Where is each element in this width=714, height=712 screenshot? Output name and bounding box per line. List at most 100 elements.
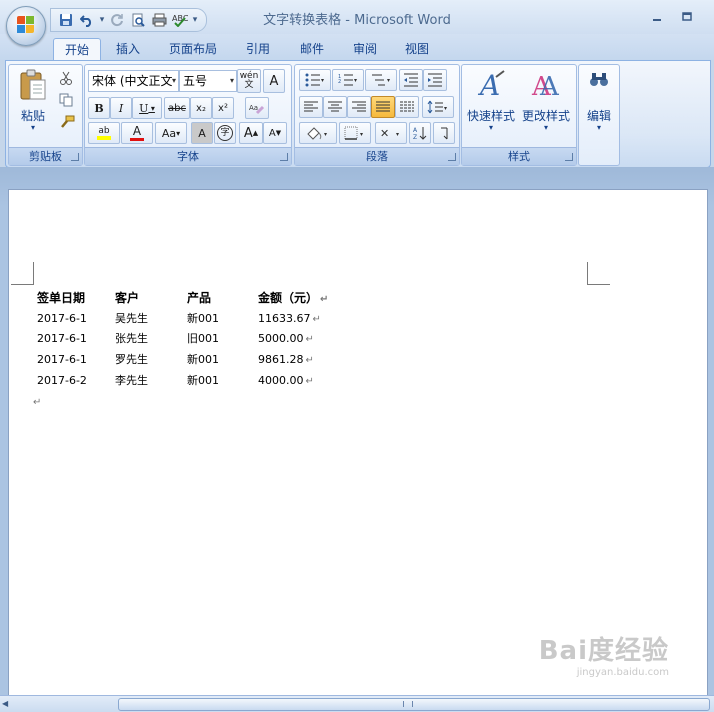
tab-review[interactable]: 审阅 bbox=[345, 38, 385, 60]
header-product: 产品 bbox=[187, 291, 212, 305]
svg-text:▾: ▾ bbox=[387, 77, 390, 84]
line-spacing-button[interactable]: ▾ bbox=[422, 96, 454, 118]
tab-page-layout[interactable]: 页面布局 bbox=[160, 38, 226, 60]
distributed-button[interactable] bbox=[395, 96, 419, 118]
horizontal-scrollbar[interactable]: ◀ bbox=[0, 695, 714, 712]
styles-dialog-launcher[interactable] bbox=[565, 153, 573, 161]
bullets-icon: ▾ bbox=[305, 73, 324, 87]
quick-styles-dropdown-icon[interactable]: ▾ bbox=[464, 123, 518, 132]
svg-text:A: A bbox=[477, 69, 500, 99]
date-cell: 2017-6-1 bbox=[37, 332, 87, 345]
font-size-combo[interactable]: 五号 ▾ bbox=[179, 70, 237, 92]
date-cell: 2017-6-2 bbox=[37, 374, 87, 387]
tab-insert[interactable]: 插入 bbox=[108, 38, 148, 60]
bold-button[interactable]: B bbox=[88, 97, 110, 119]
maximize-icon[interactable] bbox=[680, 10, 694, 24]
numbering-button[interactable]: 1 2 ▾ bbox=[332, 69, 364, 91]
format-painter-icon[interactable] bbox=[59, 115, 75, 129]
quick-styles-icon[interactable]: A bbox=[476, 69, 506, 99]
svg-text:Aa: Aa bbox=[249, 104, 258, 112]
svg-text:▾: ▾ bbox=[396, 131, 399, 138]
scrollbar-thumb[interactable] bbox=[118, 698, 710, 711]
date-cell: 2017-6-1 bbox=[37, 312, 87, 325]
subscript-button[interactable]: x₂ bbox=[190, 97, 212, 119]
styles-group-label: 样式 bbox=[462, 147, 576, 165]
multilevel-list-button[interactable]: ▾ bbox=[365, 69, 397, 91]
change-styles-icon[interactable]: AA bbox=[530, 69, 562, 99]
character-shading-icon: A bbox=[198, 126, 206, 140]
font-dialog-launcher[interactable] bbox=[280, 153, 288, 161]
font-color-icon: A bbox=[132, 124, 142, 138]
quick-styles-label[interactable]: 快速样式 bbox=[464, 107, 518, 124]
font-name-combo[interactable]: 宋体 (中文正文 ▾ bbox=[88, 70, 179, 92]
editing-dropdown-icon[interactable]: ▾ bbox=[579, 123, 619, 132]
svg-text:▾: ▾ bbox=[321, 77, 324, 84]
document-page[interactable]: 签单日期 客户 产品 金额（元） ↵ 2017-6-1 吴先生 新001 1163… bbox=[8, 189, 708, 701]
enclose-characters-button[interactable]: 字 bbox=[214, 122, 236, 144]
show-hide-marks-button[interactable] bbox=[433, 122, 455, 144]
tab-mailings[interactable]: 邮件 bbox=[292, 38, 332, 60]
align-right-icon bbox=[352, 101, 366, 112]
align-right-button[interactable] bbox=[347, 96, 371, 118]
clipboard-group: 粘贴 ▾ 剪贴板 bbox=[8, 64, 83, 166]
change-styles-label[interactable]: 更改样式 bbox=[518, 107, 574, 124]
line-spacing-icon: ▾ bbox=[427, 100, 447, 114]
sort-button[interactable]: AZ bbox=[409, 122, 431, 144]
superscript-button[interactable]: x² bbox=[212, 97, 234, 119]
font-color-button[interactable]: A bbox=[121, 122, 153, 144]
document-workspace: 签单日期 客户 产品 金额（元） ↵ 2017-6-1 吴先生 新001 1163… bbox=[0, 167, 714, 701]
borders-button[interactable]: ▾ bbox=[339, 122, 371, 144]
increase-indent-button[interactable] bbox=[423, 69, 447, 91]
align-center-icon bbox=[328, 101, 342, 112]
distributed-icon bbox=[400, 101, 414, 112]
paste-icon[interactable] bbox=[19, 69, 47, 101]
amount-cell: 9861.28 ↵ bbox=[258, 353, 314, 366]
chinese-layout-button[interactable]: ✕ ▾ bbox=[375, 122, 407, 144]
strikethrough-button[interactable]: abc bbox=[164, 97, 190, 119]
customer-cell: 吴先生 bbox=[115, 312, 148, 325]
shading-button[interactable]: ▾ bbox=[299, 122, 337, 144]
justify-button[interactable] bbox=[371, 96, 395, 118]
paragraph-dialog-launcher[interactable] bbox=[448, 153, 456, 161]
tab-references[interactable]: 引用 bbox=[238, 38, 278, 60]
svg-text:▾: ▾ bbox=[444, 105, 447, 112]
bullets-button[interactable]: ▾ bbox=[299, 69, 331, 91]
tab-home[interactable]: 开始 bbox=[53, 38, 101, 61]
editing-group[interactable]: 编辑 ▾ bbox=[578, 64, 620, 166]
cut-icon[interactable] bbox=[59, 71, 73, 85]
margin-corner-top-left bbox=[11, 262, 34, 285]
binoculars-icon bbox=[590, 73, 608, 86]
svg-text:▾: ▾ bbox=[360, 131, 363, 138]
office-button[interactable] bbox=[6, 6, 46, 46]
numbering-icon: 12 ▾ bbox=[338, 74, 357, 86]
clear-formatting-button[interactable]: Aa bbox=[245, 97, 269, 119]
styles-group: A 快速样式 ▾ AA 更改样式 ▾ 样式 bbox=[461, 64, 577, 166]
change-styles-dropdown-icon[interactable]: ▾ bbox=[518, 123, 574, 132]
scroll-left-icon[interactable]: ◀ bbox=[2, 699, 8, 708]
product-cell: 新001 bbox=[187, 353, 219, 366]
shrink-font-button[interactable]: A ▼ bbox=[263, 122, 287, 144]
change-case-button[interactable]: Aa ▾ bbox=[155, 122, 187, 144]
shading-icon: ▾ bbox=[307, 127, 327, 140]
italic-button[interactable]: I bbox=[110, 97, 132, 119]
customer-cell: 张先生 bbox=[115, 332, 148, 345]
text-highlight-button[interactable]: ab bbox=[88, 122, 120, 144]
copy-icon[interactable] bbox=[59, 93, 73, 107]
grow-font-button[interactable]: A ▲ bbox=[239, 122, 263, 144]
paragraph-group-label: 段落 bbox=[295, 147, 459, 165]
paste-dropdown-icon[interactable]: ▾ bbox=[13, 123, 53, 132]
decrease-indent-button[interactable] bbox=[399, 69, 423, 91]
tab-view[interactable]: 视图 bbox=[397, 38, 437, 60]
align-left-button[interactable] bbox=[299, 96, 323, 118]
minimize-icon[interactable] bbox=[650, 10, 664, 24]
grow-font-icon: A bbox=[243, 125, 253, 141]
clipboard-dialog-launcher[interactable] bbox=[71, 153, 79, 161]
character-shading-button[interactable]: A bbox=[191, 122, 213, 144]
editing-label[interactable]: 编辑 bbox=[579, 107, 619, 124]
align-center-button[interactable] bbox=[323, 96, 347, 118]
paste-label[interactable]: 粘贴 bbox=[13, 107, 53, 124]
character-border-button[interactable]: A bbox=[263, 69, 285, 93]
underline-button[interactable]: U ▾ bbox=[132, 97, 162, 119]
phonetic-guide-button[interactable]: wén 文 bbox=[237, 69, 261, 93]
amount-cell: 5000.00 ↵ bbox=[258, 332, 314, 345]
